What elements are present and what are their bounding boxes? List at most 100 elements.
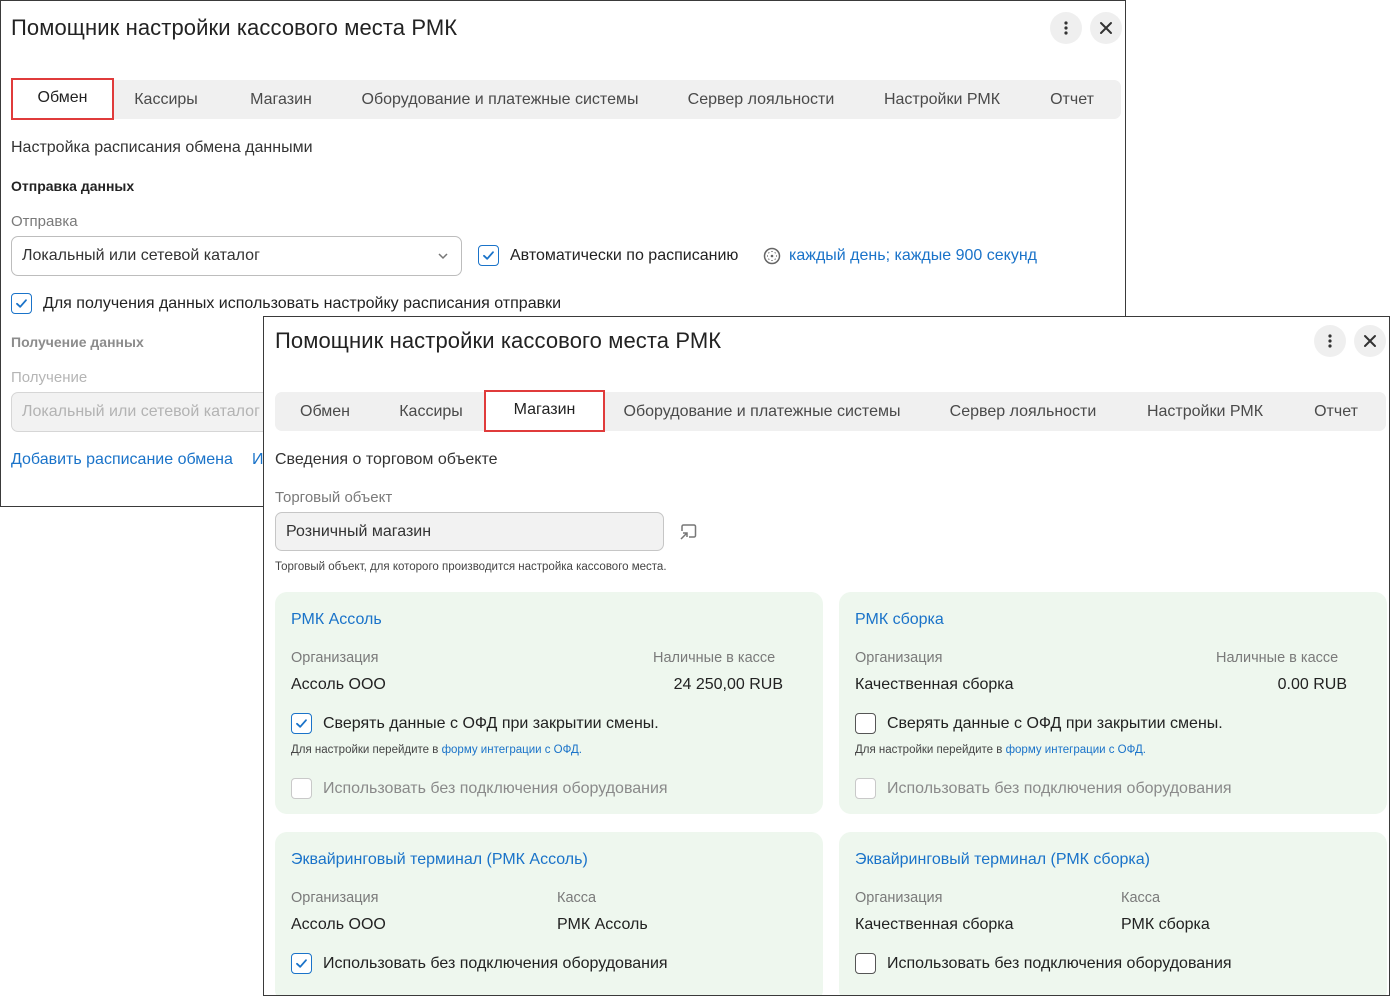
checkbox-box <box>11 293 32 314</box>
receive-group-title: Получение данных <box>11 334 144 350</box>
receive-label: Получение <box>11 369 88 386</box>
use-send-schedule-label: Для получения данных использовать настро… <box>43 294 562 312</box>
rmk-card-sborka: РМК сборка Организация Наличные в кассе … <box>839 592 1387 814</box>
tab-loyalty-server[interactable]: Сервер лояльности <box>937 392 1109 431</box>
ofd-check-label: Сверять данные с ОФД при закрытии смены. <box>323 714 659 732</box>
ofd-check-checkbox[interactable]: Сверять данные с ОФД при закрытии смены. <box>291 713 659 734</box>
receive-select-value: Локальный или сетевой каталог <box>22 403 260 420</box>
check-icon <box>483 251 494 260</box>
store-hint: Торговый объект, для которого производит… <box>275 561 667 573</box>
org-value: Ассоль ООО <box>291 916 386 933</box>
setup-wizard-window-store: Помощник настройки кассового места РМК О… <box>263 316 1390 996</box>
org-label: Организация <box>291 890 379 906</box>
tab-rmk-settings[interactable]: Настройки РМК <box>1132 392 1278 431</box>
no-equipment-checkbox: Использовать без подключения оборудовани… <box>855 778 1232 799</box>
kassa-value: РМК сборка <box>1121 916 1210 933</box>
send-group-title: Отправка данных <box>11 178 135 194</box>
org-label: Организация <box>855 650 943 666</box>
checkbox-box <box>291 713 312 734</box>
ofd-check-label: Сверять данные с ОФД при закрытии смены. <box>887 714 1223 732</box>
store-input-value: Розничный магазин <box>286 523 432 540</box>
more-button[interactable] <box>1050 12 1082 44</box>
schedule-link[interactable]: каждый день; каждые 900 секунд <box>789 247 1037 265</box>
clock-icon <box>763 247 781 265</box>
org-value: Ассоль ООО <box>291 676 386 693</box>
tab-exchange[interactable]: Обмен <box>275 392 375 431</box>
no-equipment-label: Использовать без подключения оборудовани… <box>323 779 668 797</box>
ofd-check-checkbox[interactable]: Сверять данные с ОФД при закрытии смены. <box>855 713 1223 734</box>
chevron-down-icon <box>438 253 448 260</box>
checkbox-box <box>855 778 876 799</box>
tab-store[interactable]: Магазин <box>233 80 329 119</box>
checkbox-box <box>855 953 876 974</box>
cash-label: Наличные в кассе <box>1216 650 1339 666</box>
ofd-integration-link[interactable]: форму интеграции с ОФД. <box>1006 744 1146 756</box>
cash-value: 24 250,00 RUB <box>673 676 783 693</box>
no-equipment-checkbox[interactable]: Использовать без подключения оборудовани… <box>855 953 1232 974</box>
tab-cashiers[interactable]: Кассиры <box>118 80 214 119</box>
check-icon <box>16 299 27 308</box>
no-equipment-label: Использовать без подключения оборудовани… <box>887 954 1232 972</box>
window-title: Помощник настройки кассового места РМК <box>11 15 458 40</box>
no-equipment-checkbox[interactable]: Использовать без подключения оборудовани… <box>291 953 668 974</box>
kassa-value: РМК Ассоль <box>557 916 648 933</box>
checkbox-box <box>855 713 876 734</box>
org-value: Качественная сборка <box>855 916 1014 933</box>
checkbox-box <box>478 245 499 266</box>
tab-rmk-settings[interactable]: Настройки РМК <box>869 80 1015 119</box>
store-label: Торговый объект <box>275 489 393 506</box>
ofd-hint: Для настройки перейдите в форму интеграц… <box>291 744 582 756</box>
more-button[interactable] <box>1314 325 1346 357</box>
ofd-hint: Для настройки перейдите в форму интеграц… <box>855 744 1146 756</box>
check-icon <box>296 719 307 728</box>
org-label: Организация <box>855 890 943 906</box>
checkbox-box <box>291 953 312 974</box>
terminal-name-link[interactable]: Эквайринговый терминал (РМК сборка) <box>855 851 1150 869</box>
ofd-hint-text: Для настройки перейдите в <box>855 744 1003 756</box>
kassa-label: Касса <box>557 890 597 906</box>
tab-exchange[interactable]: Обмен <box>11 78 114 120</box>
other-link[interactable]: И <box>252 451 264 469</box>
ofd-hint-text: Для настройки перейдите в <box>291 744 439 756</box>
no-equipment-label: Использовать без подключения оборудовани… <box>887 779 1232 797</box>
tab-equipment[interactable]: Оборудование и платежные системы <box>349 80 651 119</box>
no-equipment-label: Использовать без подключения оборудовани… <box>323 954 668 972</box>
tab-store[interactable]: Магазин <box>484 390 605 432</box>
checkbox-box <box>291 778 312 799</box>
window-title: Помощник настройки кассового места РМК <box>275 328 722 353</box>
send-select-value: Локальный или сетевой каталог <box>22 247 260 264</box>
terminal-card-assol: Эквайринговый терминал (РМК Ассоль) Орга… <box>275 832 823 995</box>
send-select[interactable]: Локальный или сетевой каталог <box>11 236 462 276</box>
close-icon <box>1100 22 1112 34</box>
use-send-schedule-checkbox[interactable]: Для получения данных использовать настро… <box>11 293 561 314</box>
open-link-icon[interactable] <box>678 522 698 542</box>
check-icon <box>296 959 307 968</box>
close-icon <box>1364 335 1376 347</box>
org-value: Качественная сборка <box>855 676 1014 693</box>
tab-equipment[interactable]: Оборудование и платежные системы <box>611 392 913 431</box>
section-title: Настройка расписания обмена данными <box>11 139 313 156</box>
terminal-name-link[interactable]: Эквайринговый терминал (РМК Ассоль) <box>291 851 588 869</box>
send-label: Отправка <box>11 213 78 230</box>
tab-cashiers[interactable]: Кассиры <box>383 392 479 431</box>
add-schedule-link[interactable]: Добавить расписание обмена <box>11 451 233 469</box>
no-equipment-checkbox: Использовать без подключения оборудовани… <box>291 778 668 799</box>
tab-bar: Обмен Кассиры Магазин Оборудование и пла… <box>275 390 1386 432</box>
close-button[interactable] <box>1090 12 1122 44</box>
auto-schedule-checkbox[interactable]: Автоматически по расписанию <box>478 245 738 266</box>
rmk-card-assol: РМК Ассоль Организация Наличные в кассе … <box>275 592 823 814</box>
tab-report[interactable]: Отчет <box>1301 392 1371 431</box>
tab-loyalty-server[interactable]: Сервер лояльности <box>675 80 847 119</box>
rmk-name-link[interactable]: РМК Ассоль <box>291 611 382 629</box>
ofd-integration-link[interactable]: форму интеграции с ОФД. <box>442 744 582 756</box>
section-title: Сведения о торговом объекте <box>275 451 498 468</box>
more-vertical-icon <box>1064 21 1068 35</box>
store-input[interactable]: Розничный магазин <box>275 512 664 551</box>
more-vertical-icon <box>1328 334 1332 348</box>
org-label: Организация <box>291 650 379 666</box>
close-button[interactable] <box>1354 325 1386 357</box>
cash-label: Наличные в кассе <box>653 650 776 666</box>
tab-bar: Обмен Кассиры Магазин Оборудование и пла… <box>11 78 1121 120</box>
tab-report[interactable]: Отчет <box>1037 80 1107 119</box>
rmk-name-link[interactable]: РМК сборка <box>855 611 944 629</box>
